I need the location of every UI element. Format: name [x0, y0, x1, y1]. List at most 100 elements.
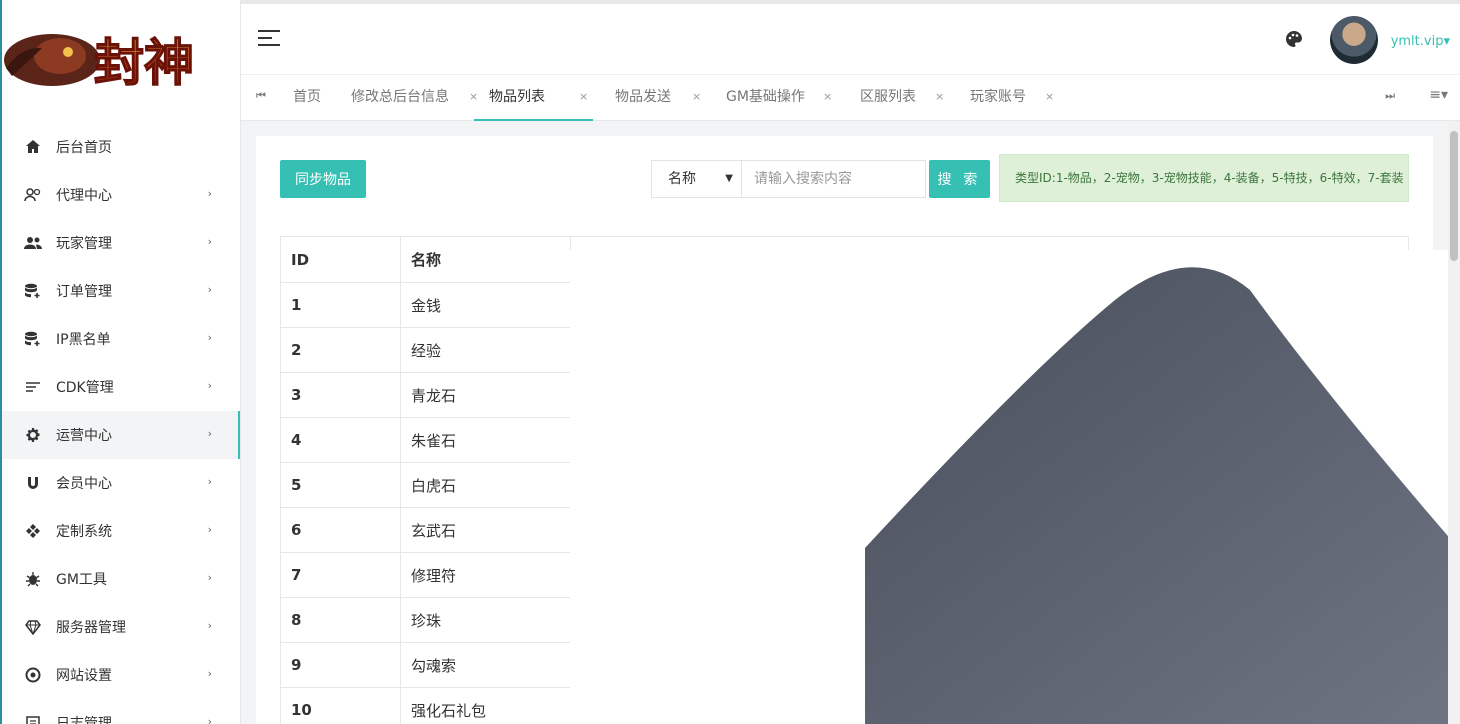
- close-icon[interactable]: ×: [823, 75, 832, 119]
- sidebar-item[interactable]: IP黑名单 ›: [2, 315, 240, 363]
- sidebar-nav: 后台首页 代理中心 › 玩家管理 › 订单管理 › IP黑名单 › CDK管理 › 运营中心 › 会员中心…: [2, 123, 240, 724]
- tab[interactable]: 首页: [293, 75, 321, 121]
- sidebar-item[interactable]: 玩家管理 ›: [2, 219, 240, 267]
- cell-name: 白虎石: [400, 462, 571, 508]
- users-icon: [24, 234, 42, 252]
- sidebar-item[interactable]: 运营中心 ›: [2, 411, 240, 459]
- cell-id: 2: [280, 327, 401, 373]
- sidebar-item-label: IP黑名单: [56, 332, 111, 348]
- sidebar-item-label: 后台首页: [56, 140, 112, 156]
- sidebar-item[interactable]: 定制系统 ›: [2, 507, 240, 555]
- cell-name: 勾魂索: [400, 642, 571, 688]
- log-icon: [24, 714, 42, 724]
- cell-id: 3: [280, 372, 401, 418]
- sync-items-button[interactable]: 同步物品: [280, 160, 366, 198]
- tab-bar: ⏮ 首页 修改总后台信息 × 物品列表 × 物品发送 × GM基础操作 × 区服列表 × 玩家账号 × …: [241, 74, 1460, 121]
- cell-id: 5: [280, 462, 401, 508]
- users-outline-icon: [24, 186, 42, 204]
- svg-text:封神: 封神: [94, 33, 194, 92]
- settings-circle-icon: [24, 666, 42, 684]
- tab-label: 首页: [293, 89, 321, 105]
- sidebar-item[interactable]: CDK管理 ›: [2, 363, 240, 411]
- cell-name: 强化石礼包: [400, 687, 571, 724]
- magnet-icon: [24, 474, 42, 492]
- sidebar-item[interactable]: 网站设置 ›: [2, 651, 240, 699]
- home-icon: [24, 138, 42, 156]
- chevron-right-icon: ›: [207, 523, 212, 536]
- close-icon[interactable]: ×: [692, 75, 701, 119]
- logo[interactable]: 封神: [2, 0, 240, 112]
- bug-icon: [24, 570, 42, 588]
- tab[interactable]: GM基础操作 ×: [726, 75, 832, 121]
- cell-name: 青龙石: [400, 372, 571, 418]
- cell-name: 珍珠: [400, 597, 571, 643]
- database-add-icon: [24, 330, 42, 348]
- sidebar: 封神 后台首页 代理中心 › 玩家管理 › 订单管理 › IP黑名单 › CDK管理 › 运营中心 › 会…: [0, 0, 241, 724]
- close-icon[interactable]: ×: [579, 75, 588, 119]
- tab[interactable]: 区服列表 ×: [860, 75, 944, 121]
- sidebar-item[interactable]: GM工具 ›: [2, 555, 240, 603]
- sidebar-item-label: 日志管理: [56, 716, 112, 724]
- sidebar-item-label: GM工具: [56, 572, 107, 588]
- dark-overlay-shape: [865, 267, 1460, 724]
- chevron-right-icon: ›: [207, 283, 212, 296]
- cell-id: 4: [280, 417, 401, 463]
- top-header: ymlt.vip▾: [241, 0, 1460, 74]
- tab-prev-icon[interactable]: ⏮: [256, 89, 266, 103]
- sidebar-item-label: 服务器管理: [56, 620, 126, 636]
- sidebar-item[interactable]: 后台首页: [2, 123, 240, 171]
- sidebar-item-label: 网站设置: [56, 668, 112, 684]
- chevron-down-icon: ▼: [725, 173, 733, 184]
- list-icon: [24, 378, 42, 396]
- tab-label: 物品列表: [489, 89, 545, 105]
- sidebar-item[interactable]: 会员中心 ›: [2, 459, 240, 507]
- sidebar-item-label: 玩家管理: [56, 236, 112, 252]
- type-id-alert: 类型ID:1-物品，2-宠物，3-宠物技能，4-装备，5-特技，6-特效，7-套…: [999, 154, 1409, 202]
- database-add-icon: [24, 282, 42, 300]
- caret-down-icon: ▾: [1443, 34, 1450, 49]
- cell-name: 朱雀石: [400, 417, 571, 463]
- tab-menu-icon[interactable]: ≡▾: [1429, 87, 1448, 103]
- search-button[interactable]: 搜 索: [929, 160, 990, 198]
- chevron-right-icon: ›: [207, 571, 212, 584]
- tab[interactable]: 物品发送 ×: [615, 75, 701, 121]
- scrollbar-thumb[interactable]: [1450, 131, 1458, 261]
- puzzle-icon: [24, 522, 42, 540]
- tab[interactable]: 玩家账号 ×: [970, 75, 1054, 121]
- chevron-right-icon: ›: [207, 235, 212, 248]
- sidebar-item[interactable]: 服务器管理 ›: [2, 603, 240, 651]
- sidebar-item[interactable]: 日志管理 ›: [2, 699, 240, 724]
- cell-name: 玄武石: [400, 507, 571, 553]
- tab-next-icon[interactable]: ⏭: [1385, 89, 1395, 103]
- cell-id: 7: [280, 552, 401, 598]
- sidebar-item[interactable]: 代理中心 ›: [2, 171, 240, 219]
- tab-label: GM基础操作: [726, 89, 805, 105]
- cell-id: 10: [280, 687, 401, 724]
- scrollbar[interactable]: [1448, 121, 1460, 724]
- sidebar-item[interactable]: 订单管理 ›: [2, 267, 240, 315]
- diamond-icon: [24, 618, 42, 636]
- chevron-right-icon: ›: [207, 427, 212, 440]
- sidebar-item-label: 运营中心: [56, 428, 112, 444]
- chevron-right-icon: ›: [207, 475, 212, 488]
- chevron-right-icon: ›: [207, 187, 212, 200]
- palette-icon[interactable]: [1285, 30, 1303, 52]
- tab[interactable]: 修改总后台信息 ×: [351, 75, 478, 121]
- menu-toggle-icon[interactable]: [258, 30, 280, 51]
- tab-label: 修改总后台信息: [351, 89, 449, 105]
- user-menu[interactable]: ymlt.vip▾: [1391, 34, 1450, 49]
- search-field-select[interactable]: 名称 ▼: [651, 160, 741, 198]
- tab[interactable]: 物品列表 ×: [474, 75, 593, 121]
- cell-id: 1: [280, 282, 401, 328]
- cell-id: 6: [280, 507, 401, 553]
- close-icon[interactable]: ×: [1045, 75, 1054, 119]
- column-header[interactable]: ID: [280, 236, 401, 283]
- column-header[interactable]: 名称: [400, 236, 571, 283]
- search-input[interactable]: 请输入搜索内容: [741, 160, 926, 198]
- avatar[interactable]: [1330, 16, 1378, 64]
- close-icon[interactable]: ×: [935, 75, 944, 119]
- tab-label: 区服列表: [860, 89, 916, 105]
- cell-id: 8: [280, 597, 401, 643]
- chevron-right-icon: ›: [207, 619, 212, 632]
- chevron-right-icon: ›: [207, 715, 212, 724]
